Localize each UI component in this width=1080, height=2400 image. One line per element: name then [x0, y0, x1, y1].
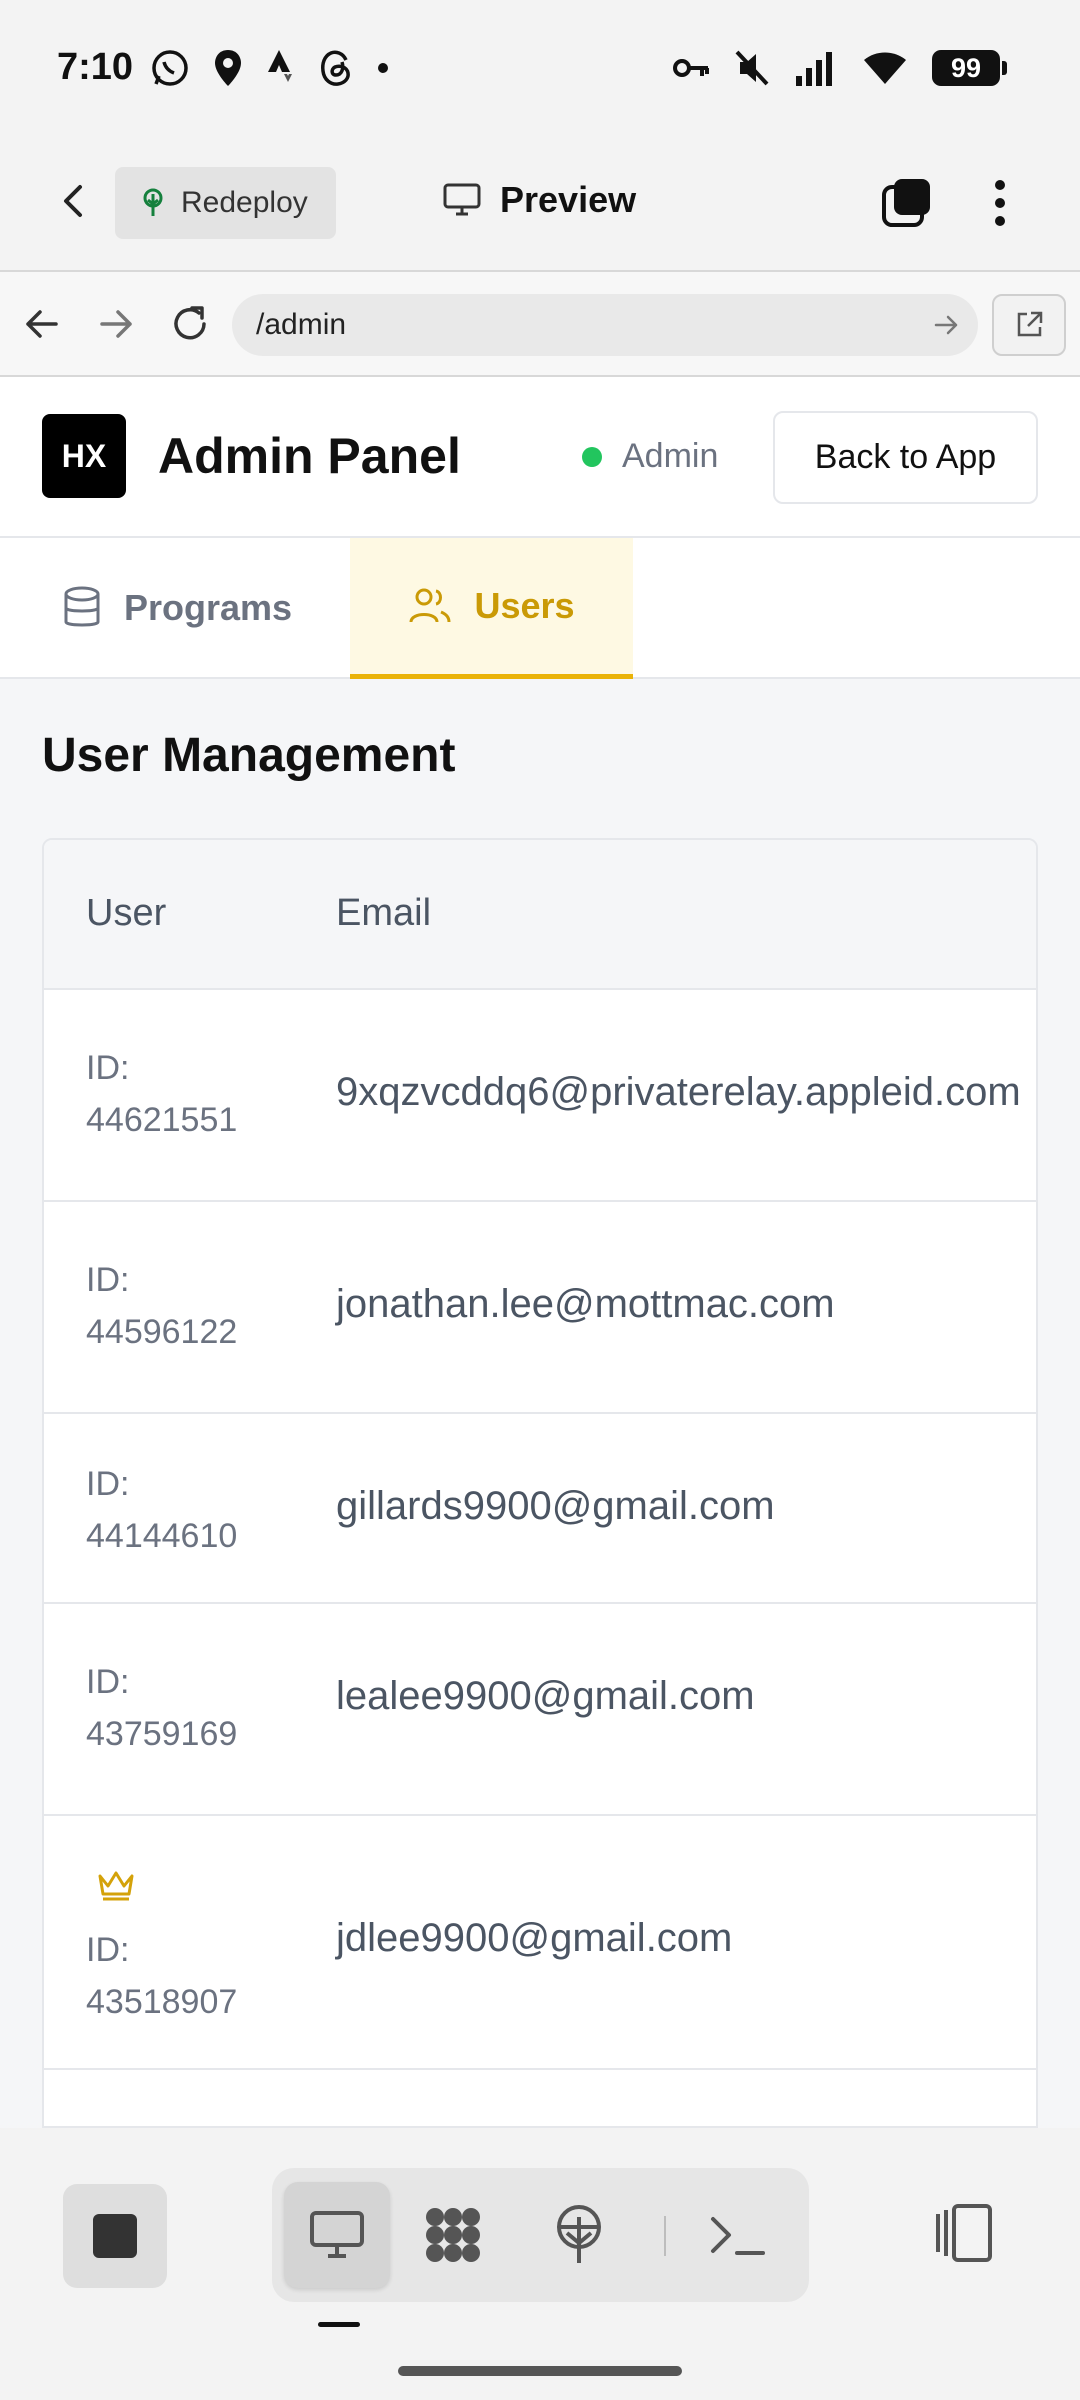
user-id-cell: ID: 44144610 — [86, 1458, 237, 1562]
user-email: 9xqzvcddq6@privaterelay.appleid.com — [336, 1070, 1021, 1114]
monitor-icon — [443, 183, 481, 216]
wifi-icon — [864, 52, 906, 84]
user-id-cell: ID: 44596122 — [86, 1254, 237, 1358]
stop-icon — [93, 2214, 137, 2258]
back-chevron-icon[interactable] — [52, 179, 96, 223]
signal-icon — [796, 52, 832, 86]
id-label: ID: — [86, 1049, 130, 1087]
column-header-email: Email — [336, 892, 432, 934]
back-to-app-button[interactable]: Back to App — [773, 411, 1038, 504]
side-panel-icon[interactable] — [930, 2200, 996, 2266]
monitor-icon — [310, 2211, 364, 2258]
whatsapp-icon — [152, 50, 188, 86]
system-icons: 99 — [672, 48, 1007, 88]
table-row[interactable]: ID: 43759169 lealee9900@gmail.com — [44, 1604, 1036, 1816]
tab-programs[interactable]: Programs — [62, 538, 292, 677]
tab-programs-label: Programs — [124, 586, 293, 628]
table-header: User Email — [44, 840, 1036, 990]
tab-users-label: Users — [474, 585, 575, 626]
redeploy-button[interactable]: Redeploy — [115, 167, 336, 239]
open-external-button[interactable] — [992, 294, 1066, 356]
preview-label: Preview — [500, 179, 637, 220]
table-row[interactable]: ID: 43518907 jdlee9900@gmail.com — [44, 1816, 1036, 2070]
terminal-icon — [711, 2217, 765, 2255]
user-id: 44144610 — [86, 1517, 238, 1555]
crown-icon — [98, 1871, 134, 1901]
status-time: 7:10 — [57, 46, 134, 88]
home-indicator[interactable] — [398, 2366, 682, 2376]
role-label: Admin — [622, 437, 719, 475]
browser-bar: /admin — [0, 272, 1080, 377]
id-label: ID: — [86, 1663, 130, 1701]
section-title: User Management — [42, 729, 456, 782]
tab-users[interactable]: Users — [350, 538, 633, 679]
admin-tabs: Programs Users — [0, 538, 1080, 679]
preview-tool-button[interactable] — [284, 2182, 390, 2288]
column-header-user: User — [86, 892, 167, 934]
tool-separator — [664, 2216, 666, 2256]
arrow-right-icon[interactable] — [94, 302, 138, 346]
status-dot — [582, 446, 602, 467]
user-id-cell: ID: 43518907 — [86, 1924, 237, 2028]
database-icon — [64, 586, 100, 626]
app-logo: HX — [42, 414, 126, 498]
workspace-tool-button[interactable] — [400, 2182, 506, 2288]
mute-icon — [735, 50, 769, 86]
app-toolbar: Redeploy Preview — [0, 135, 1080, 272]
external-link-icon — [1017, 311, 1043, 337]
user-id: 44621551 — [86, 1101, 238, 1139]
console-tool-button[interactable] — [684, 2182, 790, 2288]
bottom-toolbar — [0, 2128, 1080, 2400]
deploy-tree-icon — [143, 188, 163, 216]
user-email: jonathan.lee@mottmac.com — [336, 1282, 835, 1326]
id-label: ID: — [86, 1261, 130, 1299]
url-input[interactable]: /admin — [232, 294, 978, 356]
battery-icon: 99 — [932, 50, 1007, 86]
vpn-key-icon — [673, 59, 709, 77]
id-label: ID: — [86, 1465, 130, 1503]
role-badge: Admin — [582, 437, 718, 476]
workspace-blob-icon — [426, 2208, 480, 2262]
user-id: 43759169 — [86, 1715, 238, 1753]
page-title: Admin Panel — [158, 428, 461, 484]
more-vertical-icon[interactable] — [985, 177, 1015, 229]
user-email: gillards9900@gmail.com — [336, 1484, 775, 1528]
user-email: jdlee9900@gmail.com — [336, 1916, 733, 1960]
url-text: /admin — [256, 308, 347, 341]
users-icon — [409, 588, 451, 623]
user-email: lealee9900@gmail.com — [336, 1674, 755, 1718]
location-pin-icon — [215, 50, 241, 86]
strava-icon — [268, 50, 292, 82]
tabs-switcher-icon[interactable] — [880, 177, 932, 229]
notification-icons — [150, 48, 390, 88]
table-row[interactable]: ID: 44621551 9xqzvcddq6@privaterelay.app… — [44, 990, 1036, 1202]
tool-switcher — [272, 2168, 809, 2302]
url-go-arrow-icon[interactable] — [932, 311, 960, 339]
redeploy-label: Redeploy — [181, 186, 308, 219]
threads-icon — [321, 50, 350, 86]
active-tool-indicator — [318, 2322, 360, 2327]
deploy-tree-icon — [557, 2205, 601, 2263]
table-row[interactable]: ID: 44144610 gillards9900@gmail.com — [44, 1414, 1036, 1604]
user-id: 44596122 — [86, 1313, 238, 1351]
table-row[interactable]: ID: 44596122 jonathan.lee@mottmac.com — [44, 1202, 1036, 1414]
user-id-cell: ID: 44621551 — [86, 1042, 237, 1146]
users-table: User Email ID: 44621551 9xqzvcddq6@priva… — [42, 838, 1038, 2128]
id-label: ID: — [86, 1931, 130, 1969]
reload-icon[interactable] — [168, 302, 212, 346]
user-id: 43518907 — [86, 1983, 238, 2021]
preview-tab[interactable]: Preview — [442, 179, 636, 221]
status-bar: 7:10 99 — [0, 0, 1080, 135]
stop-button[interactable] — [63, 2184, 167, 2288]
more-notifications-dot-icon — [378, 63, 388, 73]
user-id-cell: ID: 43759169 — [86, 1656, 237, 1760]
admin-header: HX Admin Panel Admin Back to App — [0, 377, 1080, 538]
deploy-tool-button[interactable] — [526, 2182, 632, 2288]
arrow-left-icon[interactable] — [20, 302, 64, 346]
